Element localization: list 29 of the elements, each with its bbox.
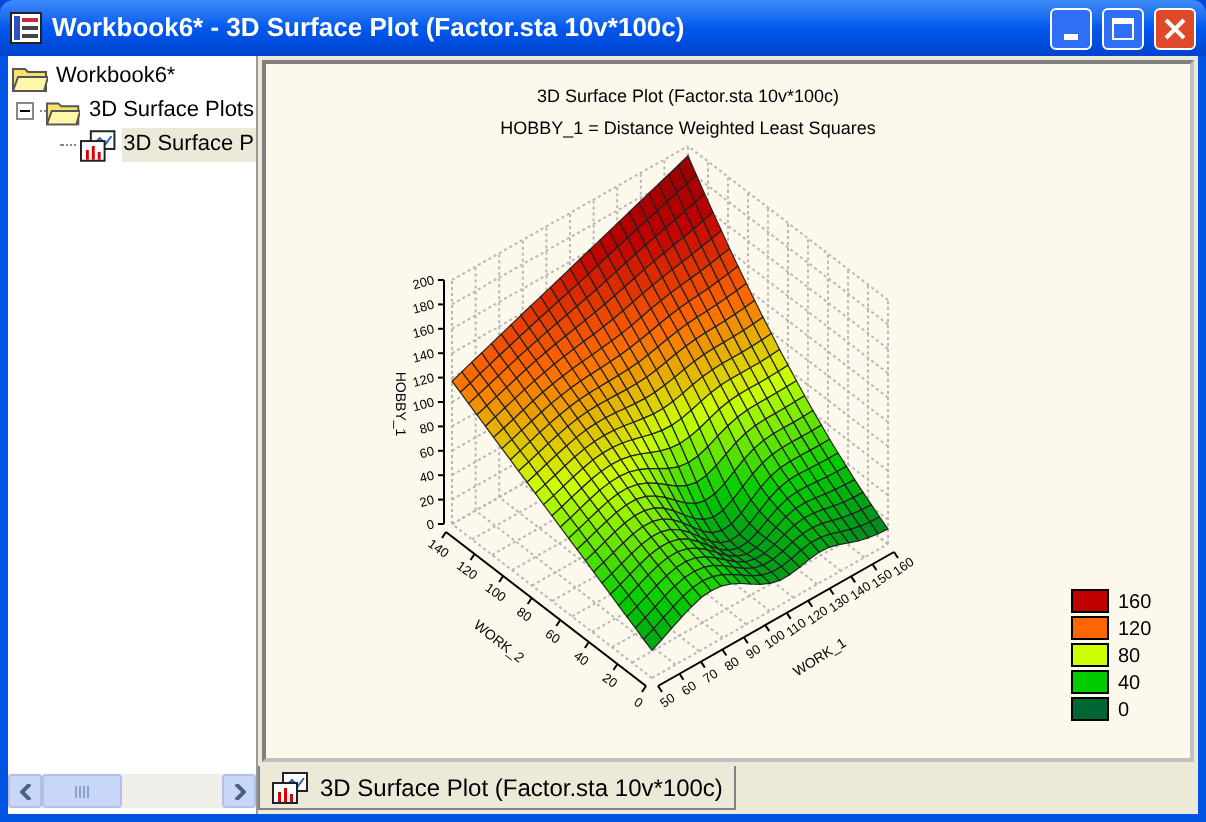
sheet-tab[interactable]: 3D Surface Plot (Factor.sta 10v*100c): [258, 766, 737, 810]
chart-subtitle: HOBBY_1 = Distance Weighted Least Squares: [500, 118, 876, 138]
maximize-button[interactable]: [1102, 7, 1144, 49]
legend-label: 80: [1118, 646, 1141, 668]
close-button[interactable]: [1154, 7, 1196, 49]
maximize-icon: [1112, 17, 1134, 39]
legend-label: 160: [1118, 592, 1152, 614]
scroll-thumb[interactable]: [42, 774, 122, 808]
window-title: Workbook6* - 3D Surface Plot (Factor.sta 10v*100c): [52, 10, 687, 47]
legend-label: 0: [1118, 700, 1130, 722]
legend-label: 40: [1118, 673, 1141, 695]
folder-icon: [46, 97, 81, 125]
scroll-left-button[interactable]: [8, 774, 42, 808]
minimize-icon: [1064, 33, 1078, 39]
minimize-button[interactable]: [1050, 7, 1092, 49]
collapse-icon[interactable]: [16, 102, 34, 120]
tree-item[interactable]: 3D Surface P: [121, 128, 256, 162]
legend-label: 120: [1118, 619, 1152, 641]
scroll-right-button[interactable]: [222, 774, 256, 808]
tree-item[interactable]: Workbook6*: [54, 60, 178, 94]
close-icon: [1164, 17, 1186, 39]
folder-icon: [12, 63, 48, 91]
chart-icon: [79, 129, 116, 161]
horizontal-scrollbar[interactable]: [8, 774, 256, 808]
workbook-icon: [10, 12, 42, 44]
chart-title: 3D Surface Plot (Factor.sta 10v*100c): [536, 86, 840, 106]
tree-item[interactable]: 3D Surface Plots: [86, 94, 256, 128]
grip-icon: [74, 785, 90, 797]
chart-icon: [272, 771, 308, 803]
